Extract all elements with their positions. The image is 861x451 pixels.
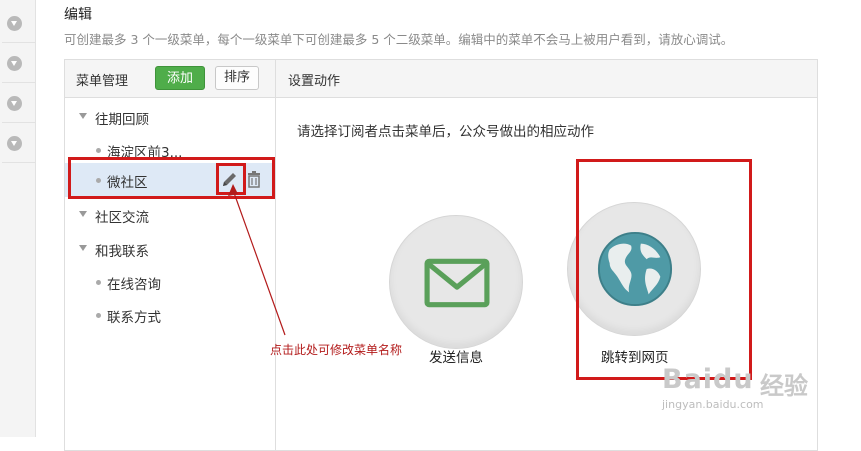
left-rail (0, 0, 36, 437)
chevron-down-icon (7, 16, 22, 31)
bullet-icon (96, 313, 101, 318)
menu-item[interactable]: 联系方式 (65, 298, 275, 332)
menu-item-label: 往期回顾 (95, 112, 149, 128)
sort-button[interactable]: 排序 (215, 66, 259, 90)
menu-item[interactable]: 往期回顾 (65, 100, 275, 134)
rail-toggle-button[interactable] (2, 6, 35, 43)
chevron-down-icon (7, 96, 22, 111)
watermark-logo: Baidu (662, 364, 754, 395)
action-panel-header: 设置动作 (276, 60, 817, 98)
action-prompt: 请选择订阅者点击菜单后，公众号做出的相应动作 (297, 124, 594, 140)
menu-panel-header: 菜单管理 添加 排序 (65, 60, 276, 98)
menu-tree: 往期回顾 海淀区前3... 微社区 社区交流 和我联系 在线咨询 联系方式 (65, 98, 276, 450)
rail-toggle-button[interactable] (2, 86, 35, 123)
menu-item-label: 在线咨询 (107, 277, 161, 293)
rail-toggle-button[interactable] (2, 46, 35, 83)
rail-toggle-button[interactable] (2, 126, 35, 163)
bullet-icon (96, 148, 101, 153)
menu-item[interactable]: 在线咨询 (65, 265, 275, 299)
annotation-text: 点击此处可修改菜单名称 (270, 343, 403, 357)
watermark-text: 经验 (760, 372, 808, 400)
section-title: 编辑 (64, 7, 92, 23)
menu-panel-title: 菜单管理 (76, 74, 129, 89)
chevron-down-icon (7, 136, 22, 151)
chevron-down-icon (7, 56, 22, 71)
add-button[interactable]: 添加 (155, 66, 205, 90)
caret-down-icon[interactable] (79, 245, 87, 251)
bullet-icon (96, 280, 101, 285)
send-message-label: 发送信息 (429, 350, 483, 366)
menu-item[interactable]: 社区交流 (65, 198, 275, 232)
menu-item-label: 和我联系 (95, 244, 149, 260)
action-panel-title: 设置动作 (288, 74, 341, 89)
section-description: 可创建最多 3 个一级菜单，每个一级菜单下可创建最多 5 个二级菜单。编辑中的菜… (64, 32, 734, 47)
envelope-icon (424, 258, 490, 308)
highlight-webpage-option (576, 159, 752, 380)
watermark-url: jingyan.baidu.com (662, 398, 764, 411)
caret-down-icon[interactable] (79, 211, 87, 217)
highlight-edit-icon (216, 163, 246, 195)
menu-item[interactable]: 和我联系 (65, 232, 275, 266)
caret-down-icon[interactable] (79, 113, 87, 119)
menu-item-label: 社区交流 (95, 210, 149, 226)
send-message-option[interactable] (389, 215, 523, 349)
menu-item-label: 联系方式 (107, 310, 161, 326)
